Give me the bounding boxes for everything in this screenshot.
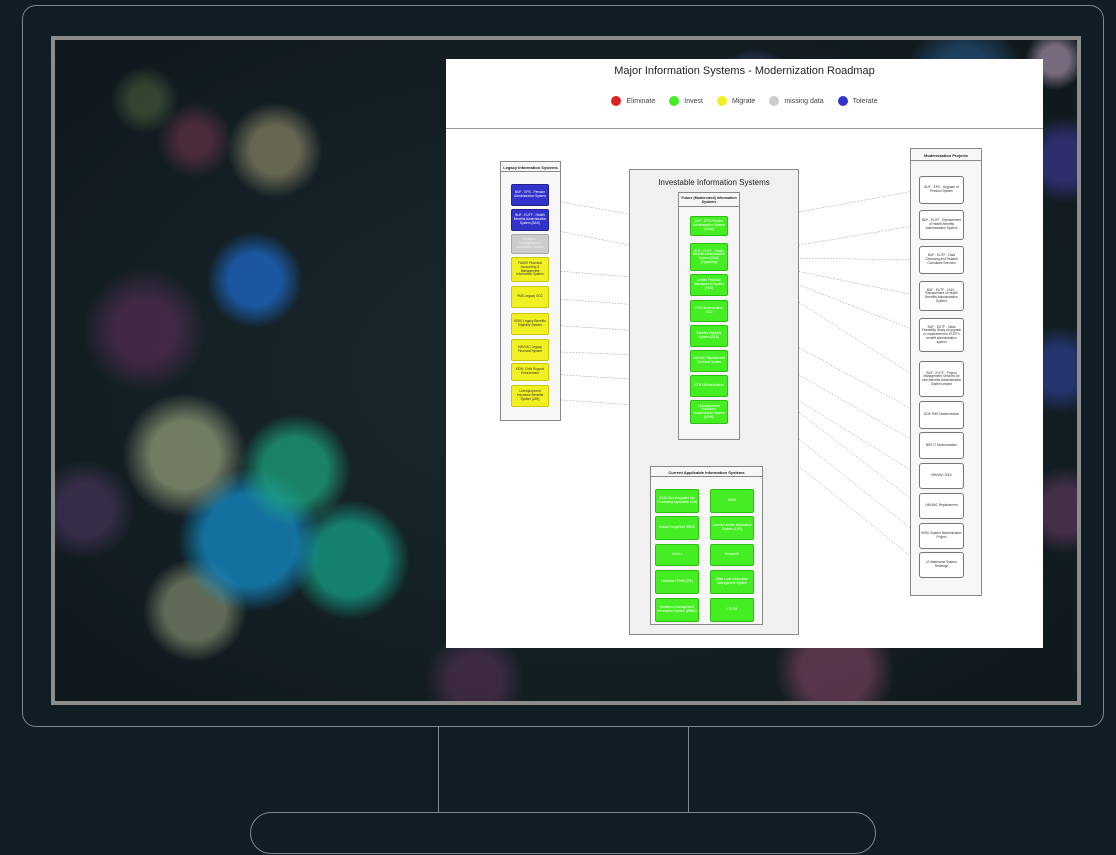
modernization-project[interactable]: BUF - EPS - Upgrade of Pension System [919,176,964,204]
modernization-project[interactable]: HAVVAC IV&V [919,463,964,489]
modernization-project[interactable]: BUF - EUTF - IV&V - Replacement of Healt… [919,281,964,311]
modernization-project[interactable]: BUF - EUTF - Project Management Services… [919,361,964,397]
modernization-project[interactable]: BUF - EUTF - Replacement of Health Benef… [919,210,964,240]
future-system[interactable]: Benefits Eligibility System (BES) [690,325,728,347]
future-system[interactable]: HAVVAC Replacement Financial System [690,350,728,372]
modernization-project[interactable]: KEIKI System Modernization Project [919,523,964,549]
current-system[interactable]: Hawaiian HRMS (ISE) [655,570,699,594]
modernization-project[interactable]: DOE FMS Modernization [919,401,964,429]
modernization-project[interactable]: HAVVAC Replacement [919,493,964,519]
roadmap-document: Major Information Systems - Modernizatio… [446,59,1043,648]
future-system[interactable]: FMS Modernization OCC [690,300,728,322]
projects-panel-header: Modernization Projects [911,149,981,161]
current-system[interactable]: State Land Information Management System [710,570,754,594]
future-systems-header: Future (Modernized) Information Systems [679,193,739,207]
future-system[interactable]: BUF - EUTF - Health Benefits Administrat… [690,243,728,271]
current-system[interactable]: DATA.Gov Integrated Tax Processing Appli… [655,489,699,513]
legacy-system[interactable]: BUF - EPS - Pension Administration Syste… [511,184,549,206]
modernization-project[interactable]: BUF - EUTF - Initial Feasibility Study o… [919,318,964,352]
legacy-system[interactable]: KEIKI Legacy Benefits Eligibility System [511,313,549,335]
future-system[interactable]: Unified Financial Management System (FMS… [690,274,728,296]
legacy-system[interactable]: FAMIS Financial Accounting & Management … [511,257,549,282]
current-system[interactable]: KOLEA [710,598,754,622]
monitor-stand-left [438,727,439,813]
current-system[interactable]: Juvenile Justice Information System (JJI… [710,516,754,540]
current-system[interactable]: Workforce Management Information System … [655,598,699,622]
legacy-system[interactable]: BUF - EUTF - Health Benefits Administrat… [511,209,549,231]
current-system[interactable]: Kronos/Hr [710,544,754,566]
monitor-base [250,812,876,854]
legacy-system[interactable]: HAVVAC Legacy Financial System [511,339,549,361]
current-system[interactable]: Hawaii PeopleSoft HRMS [655,516,699,540]
monitor-stand-right [688,727,689,813]
future-system[interactable]: KEIKI Modernization [690,375,728,397]
legacy-system[interactable]: Landcare - Unemployment Information Syst… [511,234,549,254]
current-system[interactable]: KUALI [655,544,699,566]
current-systems-header: Current Applicable Information Systems [651,467,762,477]
future-system[interactable]: Unemployment Insurance Modernization Sys… [690,400,728,424]
future-system[interactable]: BUF - EPS Pension Administration System … [690,216,728,236]
modernization-project[interactable]: BUF - EUTF - Data Cleansing and Related … [919,246,964,274]
current-system[interactable]: HIMS [710,489,754,513]
legacy-system[interactable]: KEIKI Child Support Enforcement [511,363,549,381]
modernization-project[interactable]: UI Mainframe System Redesign [919,552,964,578]
modernization-project[interactable]: BES IT Modernization [919,432,964,459]
legacy-system[interactable]: Unemployment Insurance Benefits System (… [511,385,549,407]
investable-title: Investable Information Systems [658,178,770,187]
legacy-system[interactable]: FMS Legacy OCC [511,286,549,308]
legacy-panel-header: Legacy Information Systems [501,162,560,172]
